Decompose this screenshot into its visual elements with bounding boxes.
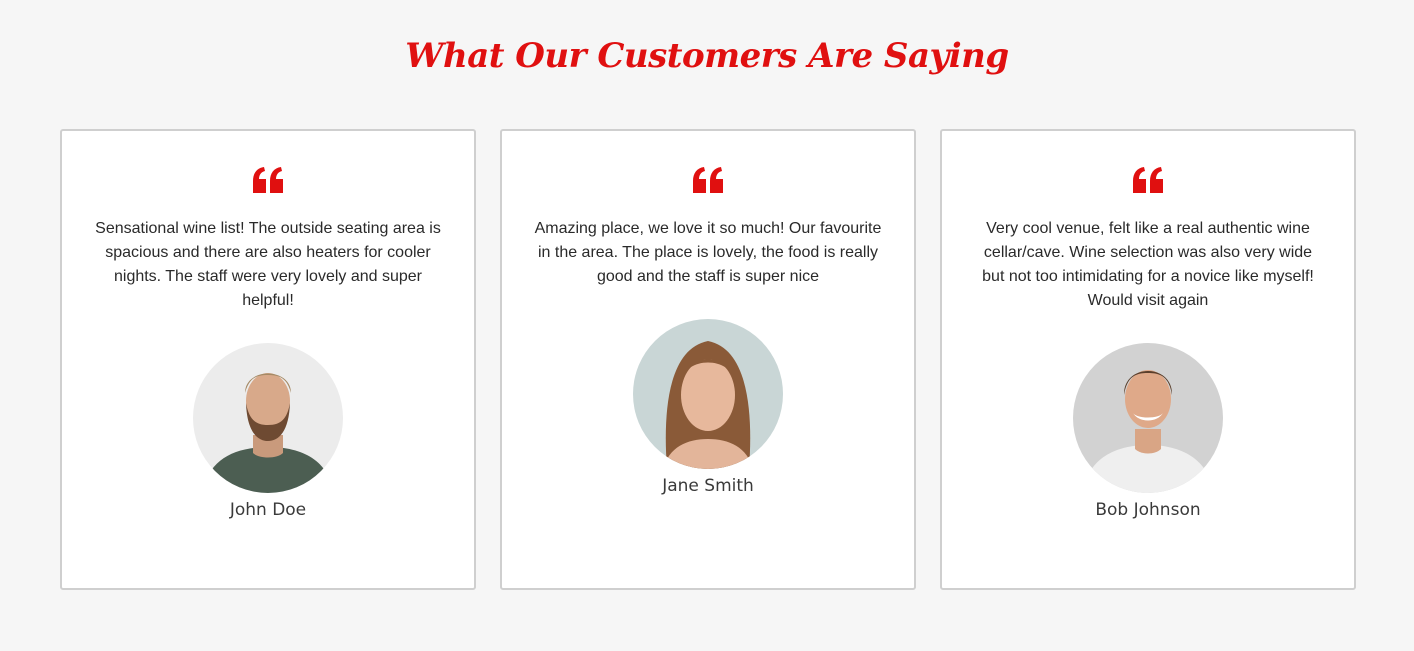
section-title: What Our Customers Are Saying xyxy=(405,36,1009,76)
customer-name: Bob Johnson xyxy=(1095,500,1201,520)
avatar xyxy=(1073,343,1223,493)
avatar xyxy=(633,319,783,469)
testimonial-card: Sensational wine list! The outside seati… xyxy=(60,129,476,590)
testimonial-text: Amazing place, we love it so much! Our f… xyxy=(534,220,882,285)
testimonial-text: Sensational wine list! The outside seati… xyxy=(95,220,441,309)
quote-icon xyxy=(691,167,725,193)
customer-name: John Doe xyxy=(229,500,307,520)
testimonial-text: Very cool venue, felt like a real authen… xyxy=(982,220,1314,309)
customer-name: Jane Smith xyxy=(662,476,754,496)
quote-icon xyxy=(251,167,285,193)
testimonial-card: Very cool venue, felt like a real authen… xyxy=(940,129,1356,590)
quote-icon xyxy=(1131,167,1165,193)
testimonial-card: Amazing place, we love it so much! Our f… xyxy=(500,129,916,590)
avatar xyxy=(193,343,343,493)
